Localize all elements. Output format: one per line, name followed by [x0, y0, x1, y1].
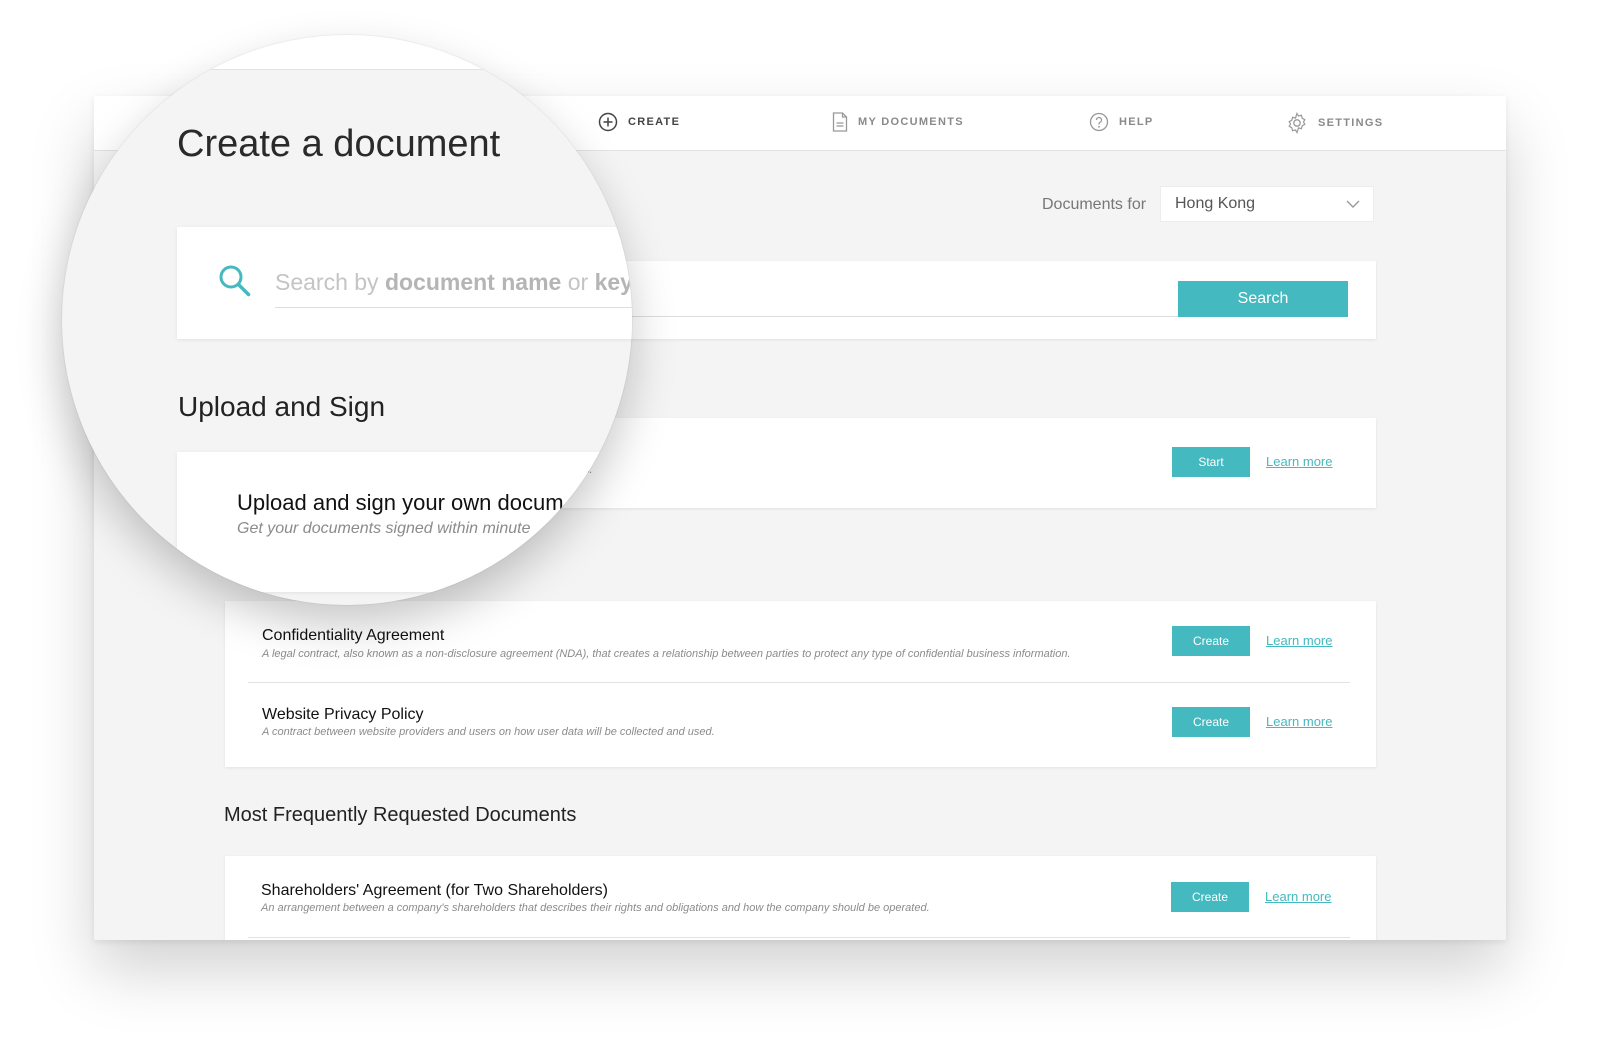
search-placeholder[interactable]: Search by document name or key — [275, 269, 632, 296]
magnifier-lens: Create a document Search by document nam… — [62, 35, 632, 605]
doc-desc: A contract between website providers and… — [262, 726, 715, 738]
start-button[interactable]: Start — [1172, 447, 1250, 477]
documents-card: Confidentiality Agreement A legal contra… — [225, 601, 1376, 767]
doc-title: Confidentiality Agreement — [262, 627, 445, 644]
magnified-nav — [62, 35, 632, 70]
nav-create-label: CREATE — [628, 116, 681, 128]
nav-help-label: HELP — [1119, 116, 1154, 128]
doc-desc: A legal contract, also known as a non-di… — [262, 648, 1071, 660]
country-select-value: Hong Kong — [1175, 195, 1256, 212]
chevron-down-icon — [1346, 200, 1360, 208]
placeholder-mid: or — [561, 269, 595, 295]
country-select[interactable]: Hong Kong — [1160, 186, 1374, 222]
search-icon — [219, 265, 251, 297]
document-icon — [832, 112, 848, 132]
frequent-card: Shareholders' Agreement (for Two Shareho… — [225, 856, 1376, 940]
question-circle-icon — [1089, 112, 1109, 132]
create-button[interactable]: Create — [1172, 626, 1250, 656]
nav-create[interactable]: CREATE — [598, 112, 680, 132]
upload-card-desc: Get your documents signed within minute — [237, 520, 531, 537]
learn-more-link[interactable]: Learn more — [1266, 633, 1332, 648]
nav-settings-label: SETTINGS — [1318, 117, 1384, 129]
doc-title: Website Privacy Policy — [262, 706, 424, 723]
plus-circle-icon — [598, 112, 618, 132]
upload-learn-more-link[interactable]: Learn more — [1266, 454, 1332, 469]
search-underline — [275, 307, 632, 308]
placeholder-prefix: Search by — [275, 269, 385, 295]
frequent-section-title: Most Frequently Requested Documents — [224, 804, 577, 826]
nav-help[interactable]: HELP — [1089, 112, 1154, 132]
nav-settings[interactable]: SETTINGS — [1286, 112, 1383, 134]
nav-my-documents[interactable]: MY DOCUMENTS — [832, 112, 964, 132]
gear-icon — [1288, 112, 1306, 134]
search-button[interactable]: Search — [1178, 281, 1348, 317]
page-title: Create a document — [177, 123, 501, 165]
upload-card-title: Upload and sign your own docum — [237, 490, 564, 515]
magnified-upload-card: Upload and sign your own docum Get your … — [177, 452, 632, 592]
placeholder-bold-key: key — [594, 269, 632, 295]
learn-more-link[interactable]: Learn more — [1265, 889, 1331, 904]
magnified-search-card: Search by document name or key — [177, 227, 632, 339]
nav-my-documents-label: MY DOCUMENTS — [858, 116, 964, 128]
upload-section-title: Upload and Sign — [178, 391, 386, 422]
create-button[interactable]: Create — [1172, 707, 1250, 737]
placeholder-bold-doc-name: document name — [384, 269, 562, 295]
doc-title: Shareholders' Agreement (for Two Shareho… — [261, 882, 608, 899]
divider — [248, 682, 1350, 683]
doc-desc: An arrangement between a company's share… — [261, 902, 930, 914]
create-button[interactable]: Create — [1171, 882, 1249, 912]
country-label: Documents for — [1042, 196, 1147, 213]
learn-more-link[interactable]: Learn more — [1266, 714, 1332, 729]
divider — [248, 937, 1350, 938]
